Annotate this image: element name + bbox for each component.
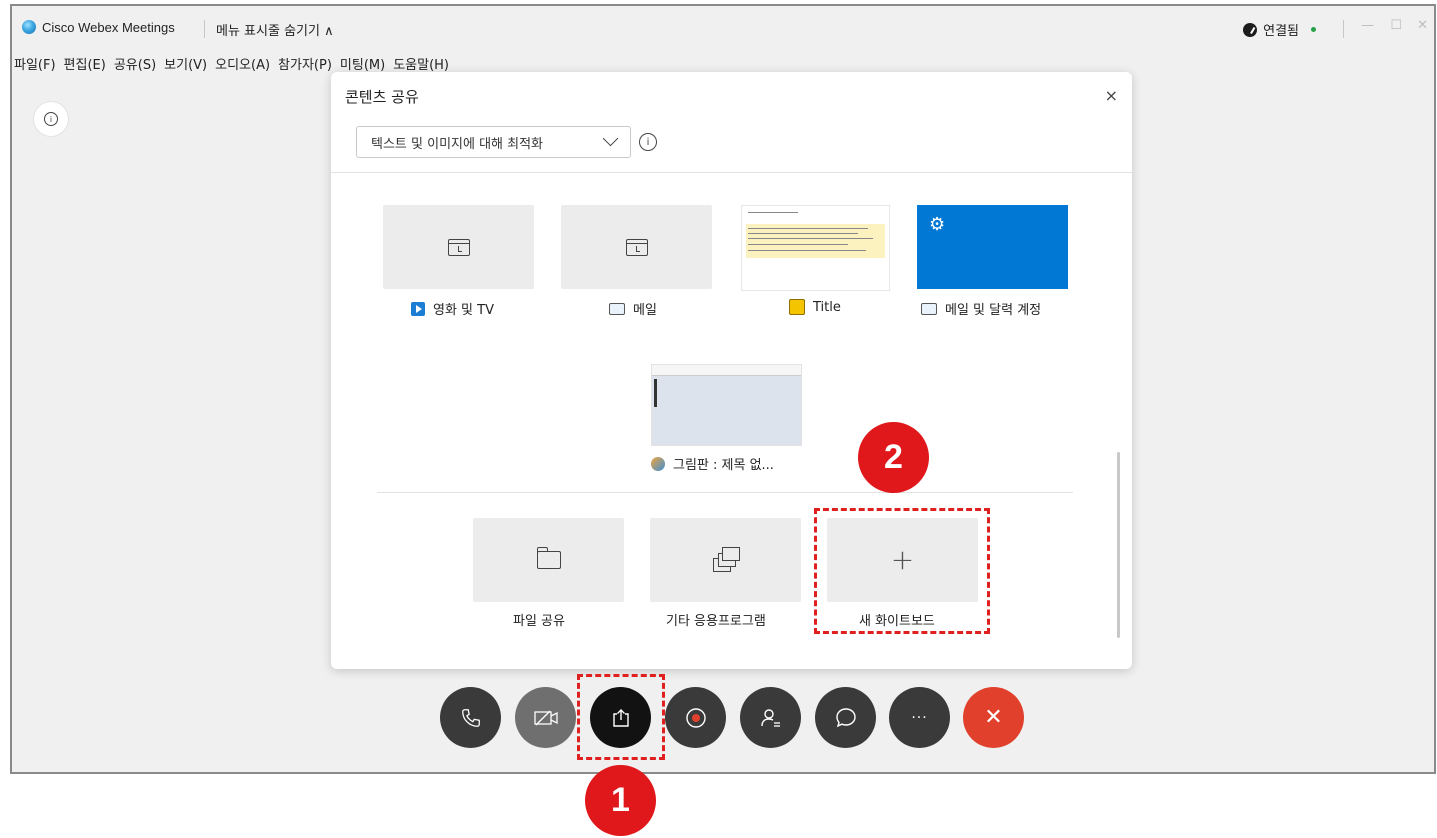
minimize-button[interactable]: — — [1361, 18, 1374, 33]
app-tile-mail[interactable] — [561, 205, 712, 289]
panel-scrollbar[interactable] — [1117, 452, 1120, 638]
doc-line — [748, 233, 858, 234]
windows-stack-icon — [712, 547, 740, 572]
app-label-mail[interactable]: 메일 — [609, 299, 657, 318]
more-button[interactable]: ··· — [889, 687, 950, 748]
gear-icon: ⚙ — [929, 214, 946, 235]
app-tile-paint[interactable] — [651, 364, 802, 446]
menu-file[interactable]: 파일(F) — [14, 54, 56, 76]
app-label-title[interactable]: Title — [789, 299, 841, 315]
doc-line — [748, 212, 798, 213]
leave-meeting-button[interactable]: ✕ — [963, 687, 1024, 748]
info-icon[interactable]: i — [639, 133, 657, 151]
app-label-text: 메일 — [633, 303, 657, 318]
menu-audio[interactable]: 오디오(A) — [215, 54, 270, 76]
paint-toolbar — [652, 365, 801, 376]
highlight-share-button — [577, 674, 665, 760]
chat-button[interactable] — [815, 687, 876, 748]
audio-button[interactable] — [440, 687, 501, 748]
close-window-button[interactable]: ✕ — [1417, 18, 1428, 33]
close-icon: ✕ — [984, 705, 1003, 730]
app-window-icon — [447, 238, 470, 256]
app-window-icon — [625, 238, 648, 256]
record-button[interactable] — [665, 687, 726, 748]
menu-edit[interactable]: 편집(E) — [64, 54, 106, 76]
meeting-info-button[interactable]: i — [34, 102, 68, 136]
title-separator — [204, 20, 205, 38]
share-file-button[interactable] — [473, 518, 624, 602]
doc-line — [748, 228, 868, 229]
paint-sidebar — [654, 379, 657, 407]
optimize-select[interactable]: 텍스트 및 이미지에 대해 최적화 — [356, 126, 631, 158]
movies-tv-icon — [411, 301, 425, 316]
app-label-text: 영화 및 TV — [433, 303, 494, 318]
chevron-down-icon — [602, 130, 619, 147]
video-off-icon — [533, 710, 558, 725]
status-separator — [1343, 20, 1344, 38]
other-apps-label: 기타 응용프로그램 — [666, 614, 766, 629]
app-label-text: Title — [813, 299, 841, 315]
connection-icon — [1243, 22, 1258, 37]
mail-icon — [609, 302, 625, 315]
menu-share[interactable]: 공유(S) — [114, 54, 156, 76]
app-label-mail-calendar[interactable]: 메일 및 달력 계정 — [921, 299, 1041, 318]
doc-line — [748, 238, 873, 239]
phone-icon — [461, 708, 480, 727]
step-badge-1: 1 — [585, 765, 656, 836]
maximize-button[interactable]: ☐ — [1390, 18, 1402, 33]
app-tile-title[interactable] — [741, 205, 890, 291]
app-tile-mail-calendar-accounts[interactable]: ⚙ — [917, 205, 1068, 289]
chat-icon — [835, 707, 856, 727]
other-apps-button[interactable] — [650, 518, 801, 602]
app-label-movies-tv[interactable]: 영화 및 TV — [411, 299, 494, 318]
title-bar: Cisco Webex Meetings 메뉴 표시줄 숨기기 ∧ 연결됨 — … — [12, 6, 1434, 50]
participants-icon — [760, 708, 780, 727]
menu-participants[interactable]: 참가자(P) — [278, 54, 332, 76]
more-icon: ··· — [911, 709, 928, 726]
share-content-panel: 콘텐츠 공유 × 텍스트 및 이미지에 대해 최적화 i 영화 및 TV 메일 … — [331, 72, 1132, 669]
doc-line — [748, 244, 848, 245]
connection-label: 연결됨 — [1263, 24, 1299, 39]
record-icon — [685, 707, 706, 728]
connection-dot — [1311, 27, 1316, 32]
section-divider — [377, 492, 1073, 493]
doc-line — [748, 250, 866, 251]
menu-view[interactable]: 보기(V) — [164, 54, 207, 76]
close-icon[interactable]: × — [1105, 86, 1118, 105]
highlight-new-whiteboard — [814, 508, 990, 634]
app-label-text: 그림판 : 제목 없... — [673, 458, 774, 473]
connection-status: 연결됨 — [1243, 20, 1316, 39]
webex-logo-icon — [22, 20, 36, 34]
info-icon: i — [44, 112, 58, 126]
mail-icon — [921, 302, 937, 315]
folder-icon — [536, 547, 561, 569]
optimize-select-value: 텍스트 및 이미지에 대해 최적화 — [371, 136, 544, 152]
document-highlight — [746, 224, 885, 258]
paint-icon — [651, 456, 665, 471]
share-file-label: 파일 공유 — [513, 614, 565, 629]
app-title: Cisco Webex Meetings — [42, 20, 175, 35]
app-label-text: 메일 및 달력 계정 — [945, 303, 1042, 318]
participants-button[interactable] — [740, 687, 801, 748]
app-tile-movies-tv[interactable] — [383, 205, 534, 289]
video-button[interactable] — [515, 687, 576, 748]
sticky-note-icon — [789, 299, 805, 315]
step-badge-2: 2 — [858, 422, 929, 493]
panel-divider — [331, 172, 1132, 173]
menu-toggle-button[interactable]: 메뉴 표시줄 숨기기 ∧ — [216, 20, 334, 39]
app-label-paint[interactable]: 그림판 : 제목 없... — [651, 454, 774, 473]
panel-title: 콘텐츠 공유 — [345, 88, 419, 106]
